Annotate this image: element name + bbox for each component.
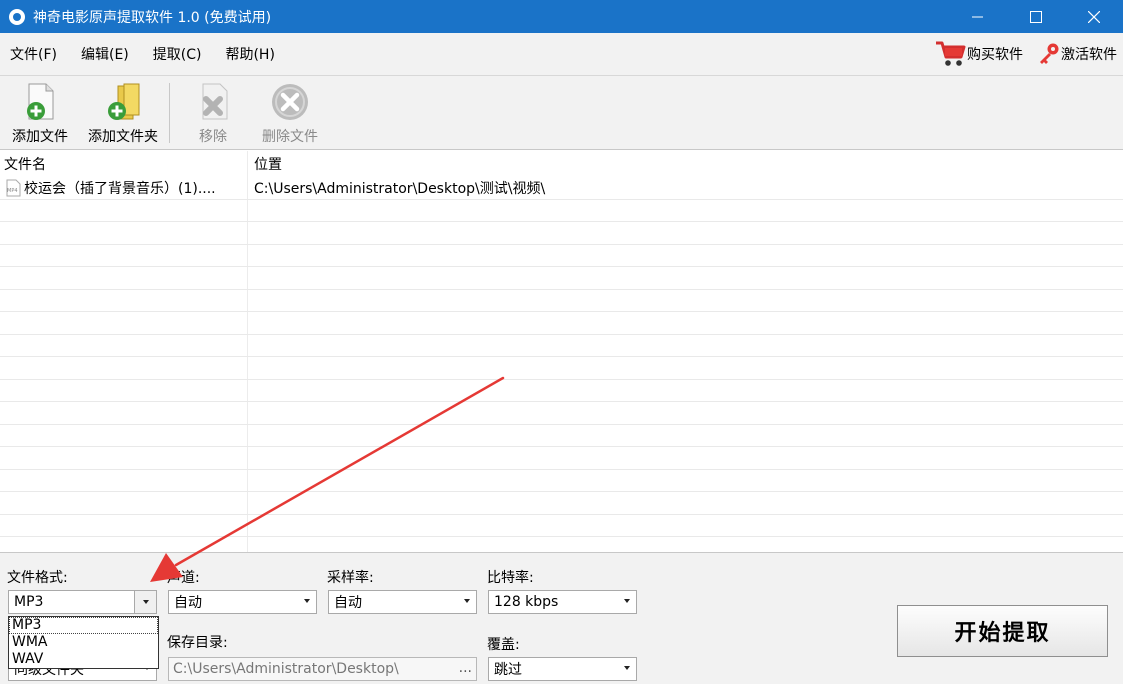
list-header: 文件名 位置: [0, 151, 1123, 177]
table-row: [0, 335, 1123, 357]
mp4-file-icon: MP4: [6, 179, 21, 197]
bitrate-select[interactable]: 128 kbps: [488, 590, 637, 614]
overwrite-select[interactable]: 跳过: [488, 657, 637, 681]
add-file-button[interactable]: 添加文件: [8, 76, 72, 150]
table-row: [0, 380, 1123, 402]
table-row: [0, 267, 1123, 290]
chevron-down-icon: [304, 599, 310, 603]
samplerate-label: 采样率:: [327, 570, 374, 586]
table-row: [0, 222, 1123, 245]
table-row: [0, 245, 1123, 267]
bitrate-label: 比特率:: [487, 570, 534, 586]
close-icon: [1088, 10, 1100, 23]
table-row: [0, 447, 1123, 470]
key-icon: [1040, 43, 1059, 64]
remove-label: 移除: [199, 129, 227, 145]
dropdown-arrow-icon[interactable]: [134, 591, 156, 613]
add-folder-icon: [108, 83, 140, 120]
add-file-label: 添加文件: [12, 129, 68, 145]
table-row: [0, 492, 1123, 515]
maximize-icon: [1030, 10, 1042, 23]
buy-software-label: 购买软件: [967, 47, 1023, 63]
minimize-button[interactable]: [949, 0, 1007, 33]
table-row: [0, 515, 1123, 537]
menu-extract[interactable]: 提取(C): [153, 44, 202, 64]
menu-edit[interactable]: 编辑(E): [81, 44, 129, 64]
table-row: [0, 200, 1123, 222]
close-button[interactable]: [1065, 0, 1123, 33]
delete-file-button[interactable]: 删除文件: [254, 76, 326, 150]
format-option-wav[interactable]: WAV: [9, 651, 158, 668]
menu-help[interactable]: 帮助(H): [225, 44, 274, 64]
format-select[interactable]: MP3: [8, 590, 157, 614]
format-option-wma[interactable]: WMA: [9, 634, 158, 651]
app-icon: [9, 8, 25, 25]
add-file-icon: [27, 83, 54, 120]
chevron-down-icon: [464, 599, 470, 603]
shopping-cart-icon: [936, 41, 966, 66]
savedir-field[interactable]: C:\Users\Administrator\Desktop\ ...: [168, 657, 477, 681]
table-row: [0, 470, 1123, 492]
add-folder-button[interactable]: 添加文件夹: [85, 76, 161, 150]
activate-software-button[interactable]: 激活软件: [1037, 42, 1117, 66]
column-header-path[interactable]: 位置: [248, 154, 282, 174]
svg-text:MP4: MP4: [7, 188, 18, 194]
channel-select[interactable]: 自动: [168, 590, 317, 614]
menu-file[interactable]: 文件(F): [10, 44, 57, 64]
table-row: [0, 402, 1123, 425]
maximize-button[interactable]: [1007, 0, 1065, 33]
format-option-mp3[interactable]: MP3: [9, 617, 158, 634]
channel-label: 声道:: [167, 570, 200, 586]
table-row: [0, 290, 1123, 312]
buy-software-button[interactable]: 购买软件: [935, 39, 1023, 69]
toolbar: 添加文件 添加文件夹 移除 删除文件: [0, 75, 1123, 150]
table-row: [0, 537, 1123, 552]
overwrite-label: 覆盖:: [487, 637, 520, 653]
remove-button[interactable]: 移除: [178, 76, 248, 150]
start-extract-button[interactable]: 开始提取: [897, 605, 1108, 657]
remove-icon: [202, 83, 228, 120]
table-row: [0, 312, 1123, 335]
minimize-icon: [972, 16, 983, 17]
chevron-down-icon: [624, 599, 630, 603]
table-row: [0, 425, 1123, 447]
file-list[interactable]: 文件名 位置 MP4 校运会（插了背景音乐）(1).... C:\Users\A…: [0, 151, 1123, 552]
column-header-name[interactable]: 文件名: [0, 154, 248, 174]
table-row: [0, 357, 1123, 380]
format-label: 文件格式:: [7, 570, 68, 586]
window-title: 神奇电影原声提取软件 1.0 (免费试用): [33, 9, 272, 26]
browse-button[interactable]: ...: [459, 660, 472, 676]
menu-bar: 文件(F) 编辑(E) 提取(C) 帮助(H) 购买软件 激活软件: [0, 33, 1123, 75]
samplerate-select[interactable]: 自动: [328, 590, 477, 614]
format-dropdown-list[interactable]: MP3 WMA WAV: [8, 616, 159, 669]
delete-icon: [272, 84, 308, 120]
delete-file-label: 删除文件: [262, 129, 318, 145]
chevron-down-icon: [624, 666, 630, 670]
file-name: 校运会（插了背景音乐）(1)....: [24, 180, 216, 197]
file-path: C:\Users\Administrator\Desktop\测试\视频\: [254, 180, 546, 197]
savedir-label: 保存目录:: [167, 635, 228, 651]
settings-panel: 文件格式: MP3 声道: 自动 采样率: 自动 比特率: 128 kbps 同…: [0, 552, 1123, 684]
table-row[interactable]: MP4 校运会（插了背景音乐）(1).... C:\Users\Administ…: [0, 177, 1123, 200]
add-folder-label: 添加文件夹: [88, 129, 158, 145]
activate-software-label: 激活软件: [1061, 47, 1117, 63]
title-bar: 神奇电影原声提取软件 1.0 (免费试用): [0, 0, 1123, 33]
toolbar-separator: [169, 83, 170, 143]
